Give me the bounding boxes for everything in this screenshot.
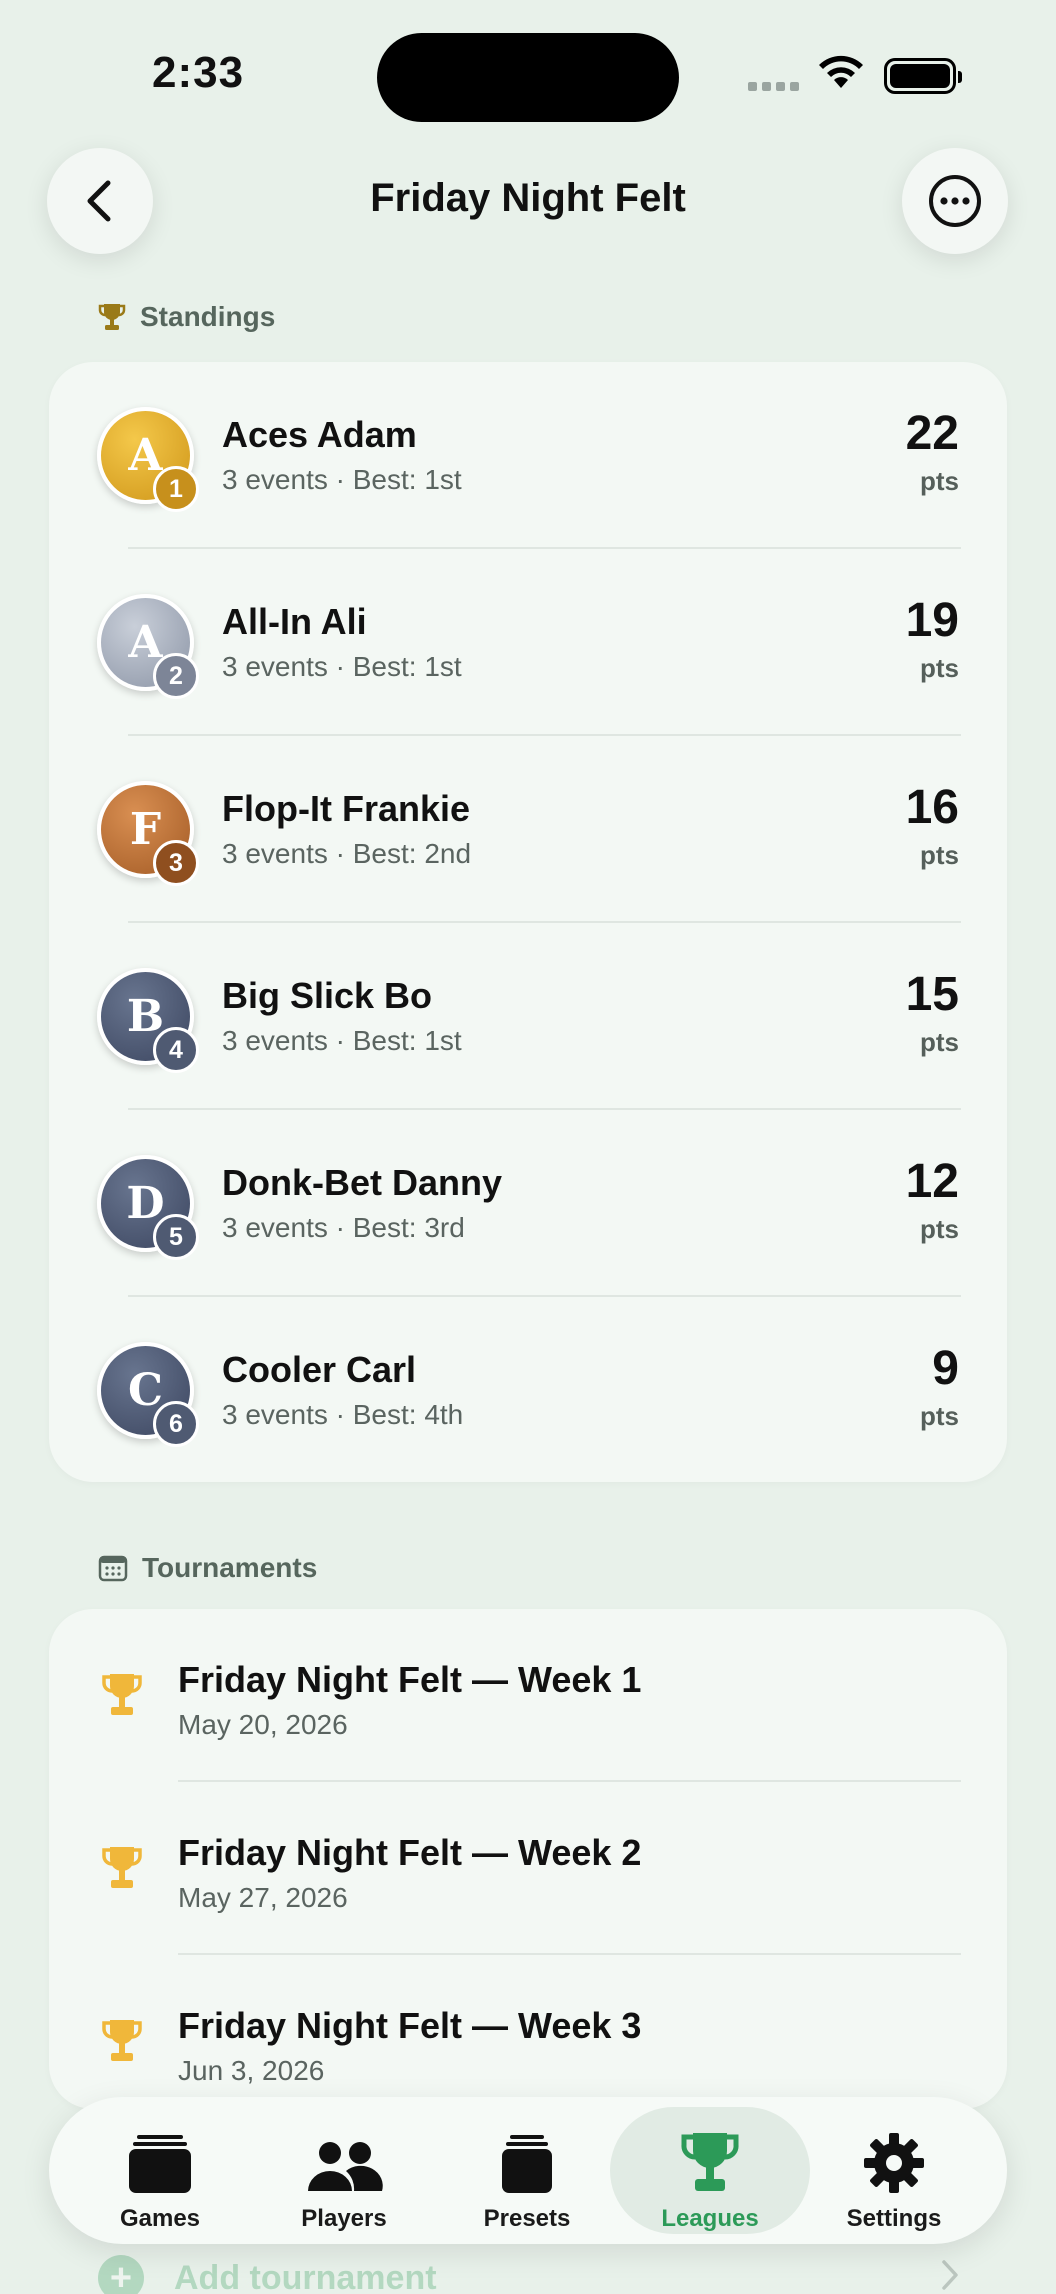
points-value: 9 (932, 1342, 959, 1395)
points: 15 pts (906, 971, 959, 1058)
cellular-signal-icon (748, 82, 799, 91)
trophy-icon (102, 1674, 142, 1715)
people-icon (304, 2131, 384, 2193)
rank-badge: 3 (153, 840, 199, 886)
dynamic-island (377, 33, 679, 122)
plus-icon: + (98, 2255, 144, 2294)
player-meta: 3 events · Best: 1st (222, 1025, 462, 1056)
points: 22 pts (906, 410, 959, 497)
status-bar: 2:33 (0, 0, 1056, 150)
tournament-row[interactable]: Friday Night Felt — Week 1 May 20, 2026 (49, 1609, 1007, 1782)
tab-leagues[interactable]: Leagues (610, 2107, 810, 2234)
tournament-name: Friday Night Felt — Week 3 (178, 2005, 642, 2046)
standings-card: A 1 Aces Adam 3 events · Best: 1st 22 pt… (49, 362, 1007, 1482)
tab-label: Players (301, 2205, 387, 2232)
tab-label: Presets (483, 2205, 571, 2232)
standings-row[interactable]: F 3 Flop-It Frankie 3 events · Best: 2nd… (49, 736, 1007, 923)
tournament-name: Friday Night Felt — Week 2 (178, 1832, 642, 1873)
standings-row[interactable]: A 2 All-In Ali 3 events · Best: 1st 19 p… (49, 549, 1007, 736)
tab-settings[interactable]: Settings (794, 2107, 994, 2234)
points-value: 16 (905, 781, 959, 834)
points-value: 19 (905, 594, 959, 647)
player-meta: 3 events · Best: 3rd (222, 1212, 465, 1243)
points-unit: pts (920, 1214, 959, 1244)
standings-row[interactable]: B 4 Big Slick Bo 3 events · Best: 1st 15… (49, 923, 1007, 1110)
trophy-icon (681, 2131, 739, 2193)
player-meta: 3 events · Best: 1st (222, 651, 462, 682)
rank-badge: 5 (153, 1214, 199, 1260)
tournament-date: May 27, 2026 (178, 1882, 348, 1913)
rank-badge: 4 (153, 1027, 199, 1073)
points-value: 15 (905, 968, 959, 1021)
player-name: Flop-It Frankie (222, 788, 471, 829)
tab-label: Games (119, 2205, 201, 2232)
player-name: Big Slick Bo (222, 975, 433, 1016)
ellipsis-circle-icon (929, 175, 981, 227)
battery-icon (884, 58, 962, 94)
rank-badge: 2 (153, 653, 199, 699)
tournament-date: May 20, 2026 (178, 1709, 348, 1740)
points-unit: pts (920, 466, 959, 496)
standings-header-label: Standings (140, 301, 276, 332)
stack-icon (502, 2131, 552, 2193)
player-name: All-In Ali (222, 601, 367, 642)
points-unit: pts (920, 1027, 959, 1057)
tab-bar: Games Players Presets Leagues Settings (49, 2097, 1007, 2244)
points-value: 22 (905, 407, 959, 460)
tab-games[interactable]: Games (60, 2107, 260, 2234)
tournament-row[interactable]: Friday Night Felt — Week 2 May 27, 2026 (49, 1782, 1007, 1955)
points: 19 pts (906, 597, 959, 684)
calendar-icon (98, 1555, 128, 1582)
more-options-button[interactable] (902, 148, 1008, 254)
points-value: 12 (905, 1155, 959, 1208)
trophy-icon (102, 2020, 142, 2061)
points-unit: pts (920, 840, 959, 870)
rank-badge: 6 (153, 1401, 199, 1447)
add-tournament-label: Add tournament (174, 2258, 437, 2294)
points: 9 pts (920, 1345, 959, 1432)
points: 16 pts (906, 784, 959, 871)
standings-row[interactable]: A 1 Aces Adam 3 events · Best: 1st 22 pt… (49, 362, 1007, 549)
points-unit: pts (920, 1401, 959, 1431)
points-unit: pts (920, 653, 959, 683)
standings-row[interactable]: C 6 Cooler Carl 3 events · Best: 4th 9 p… (49, 1297, 1007, 1482)
status-time: 2:33 (152, 48, 245, 97)
points: 12 pts (906, 1158, 959, 1245)
player-meta: 3 events · Best: 2nd (222, 838, 472, 869)
trophy-icon (102, 1847, 142, 1888)
standings-row[interactable]: D 5 Donk-Bet Danny 3 events · Best: 3rd … (49, 1110, 1007, 1297)
player-meta: 3 events · Best: 1st (222, 464, 462, 495)
player-name: Cooler Carl (222, 1349, 417, 1390)
tab-label: Leagues (661, 2205, 759, 2232)
chevron-right-icon (942, 2260, 958, 2290)
standings-section-header: Standings (98, 301, 275, 333)
cards-icon (129, 2131, 191, 2193)
tournament-row[interactable]: Friday Night Felt — Week 3 Jun 3, 2026 (49, 1955, 1007, 2109)
page-title: Friday Night Felt (370, 176, 686, 220)
add-tournament-button[interactable]: + Add tournament (98, 2255, 437, 2294)
player-name: Aces Adam (222, 414, 417, 455)
tournament-date: Jun 3, 2026 (178, 2055, 325, 2086)
player-meta: 3 events · Best: 4th (222, 1399, 464, 1430)
tournaments-section-header: Tournaments (98, 1552, 317, 1584)
rank-badge: 1 (153, 466, 199, 512)
league-detail-screen: 2:33 Friday Night Felt Standings A 1 Ace… (0, 0, 1056, 2294)
tab-players[interactable]: Players (244, 2107, 444, 2234)
trophy-icon (98, 304, 126, 330)
tab-presets[interactable]: Presets (427, 2107, 627, 2234)
tournament-name: Friday Night Felt — Week 1 (178, 1659, 642, 1700)
player-name: Donk-Bet Danny (222, 1162, 503, 1203)
tournaments-card: Friday Night Felt — Week 1 May 20, 2026 … (49, 1609, 1007, 2109)
gear-icon (864, 2131, 924, 2193)
tab-label: Settings (846, 2205, 942, 2232)
tournaments-header-label: Tournaments (142, 1552, 318, 1583)
wifi-icon (819, 55, 863, 88)
